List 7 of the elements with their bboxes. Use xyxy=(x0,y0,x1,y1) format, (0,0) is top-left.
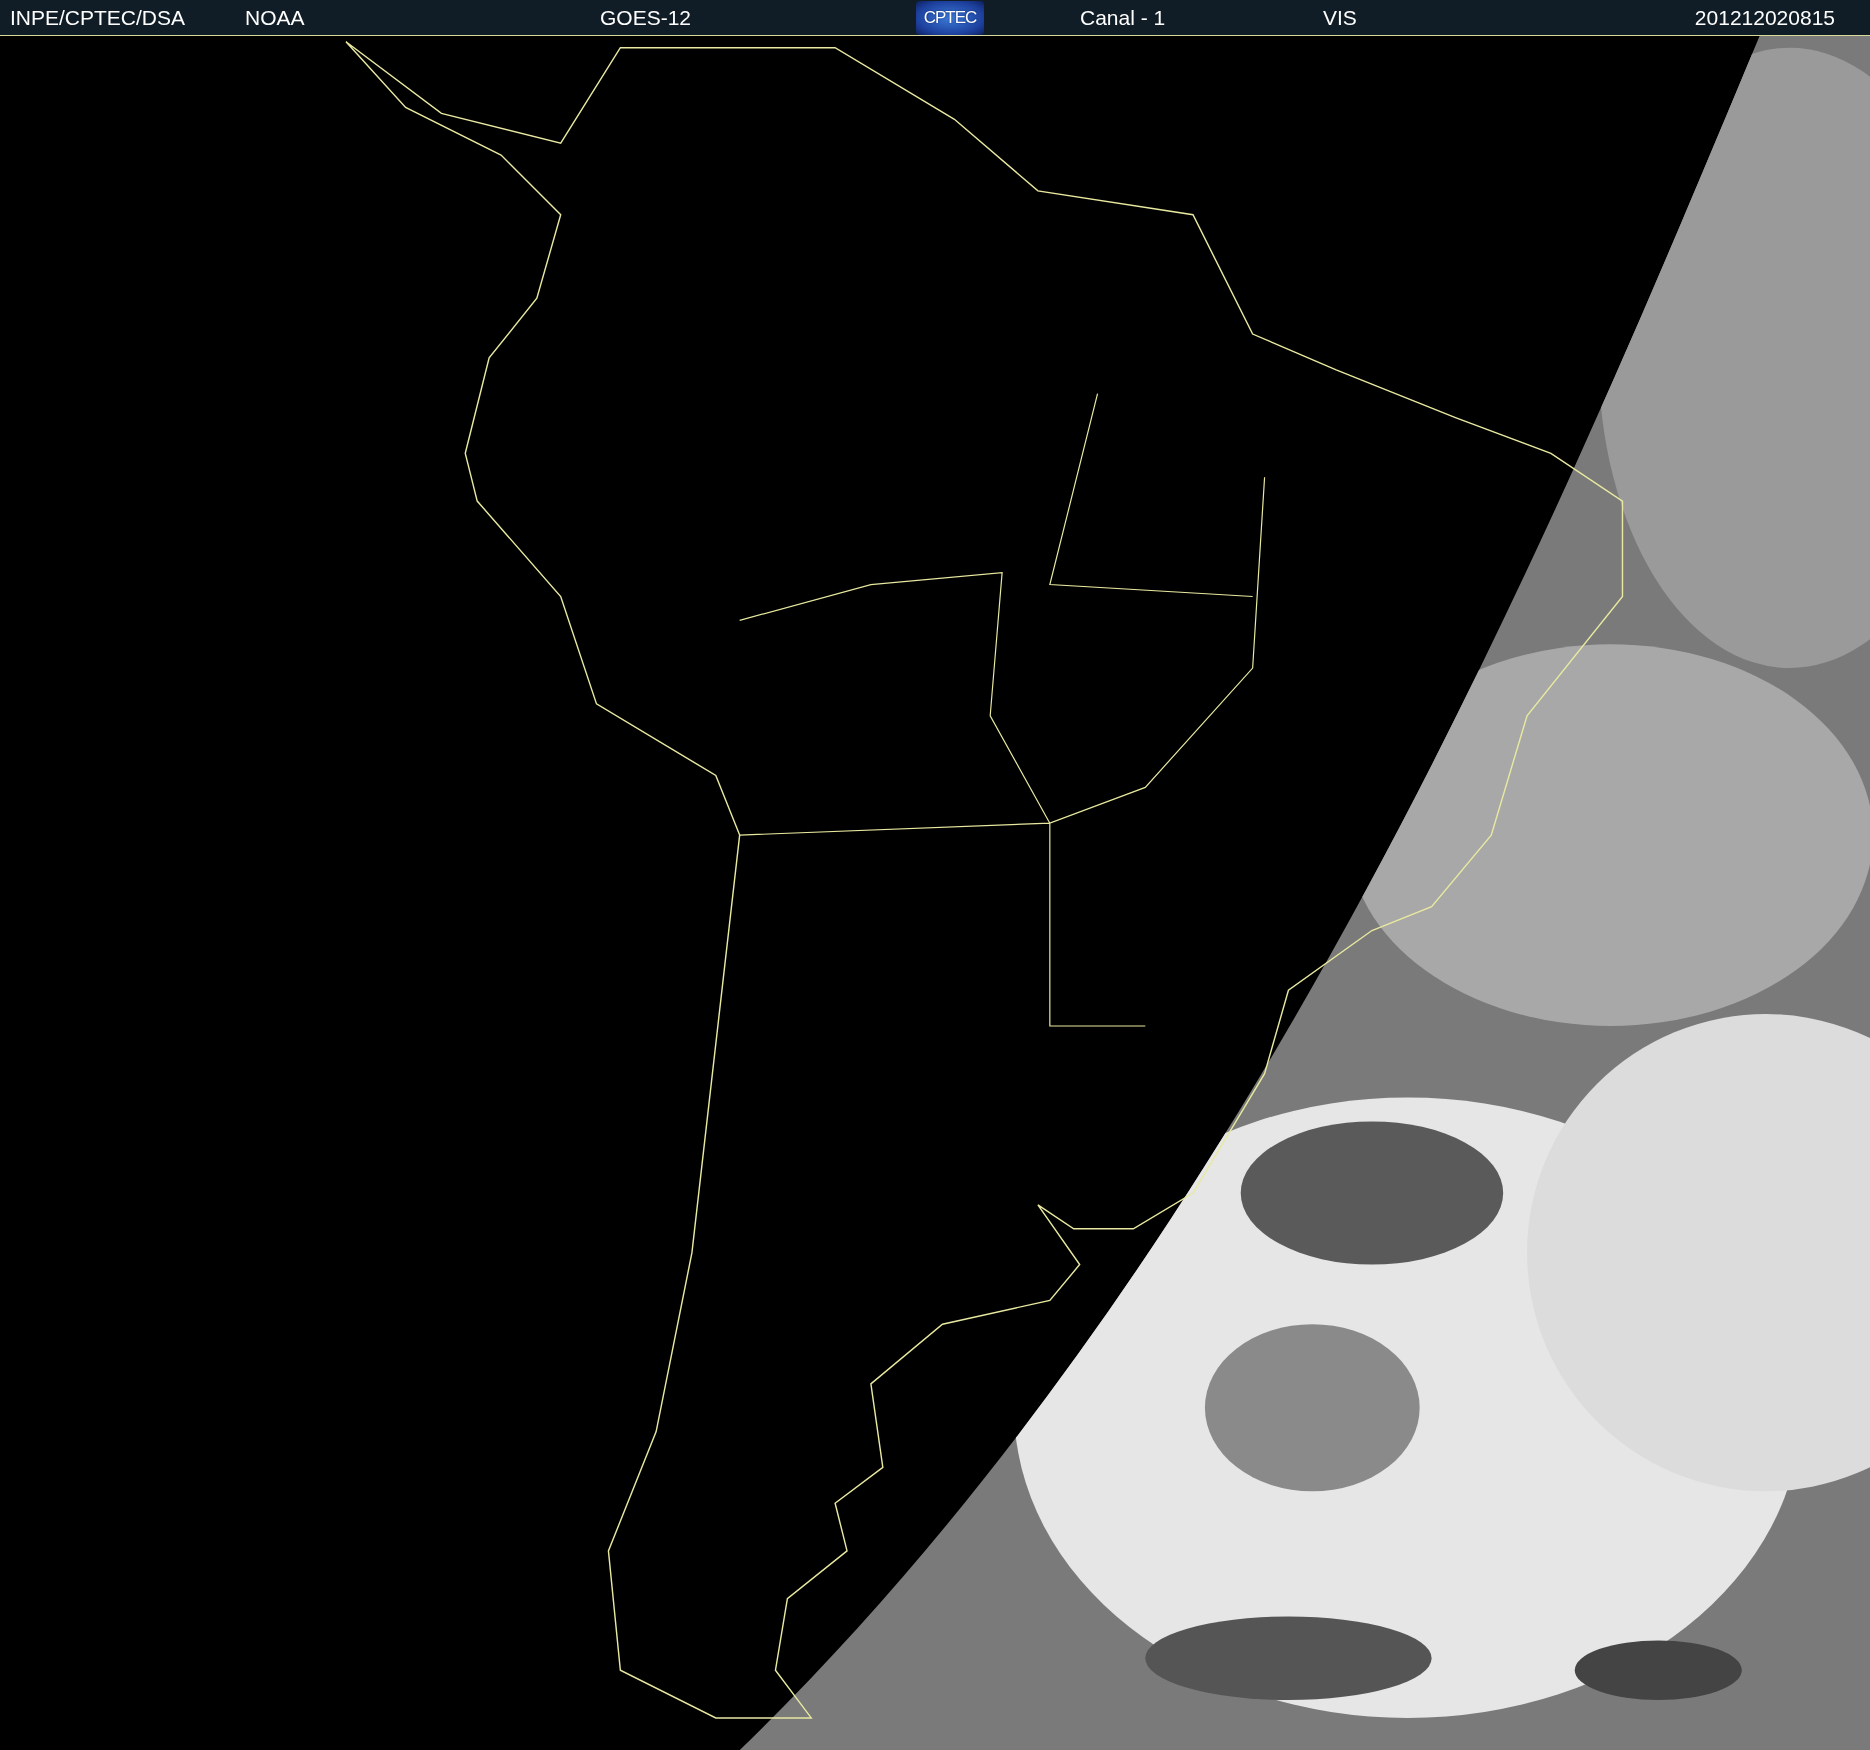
header-label: Canal - 1 xyxy=(1080,5,1166,30)
header-label: NOAA xyxy=(245,5,305,30)
logo: CPTEC xyxy=(916,0,984,35)
header-label: VIS xyxy=(1323,5,1357,30)
header-label: GOES-12 xyxy=(600,5,692,30)
header-label: INPE/CPTEC/DSA xyxy=(10,5,186,30)
header-label: 201212020815 xyxy=(1694,5,1836,30)
